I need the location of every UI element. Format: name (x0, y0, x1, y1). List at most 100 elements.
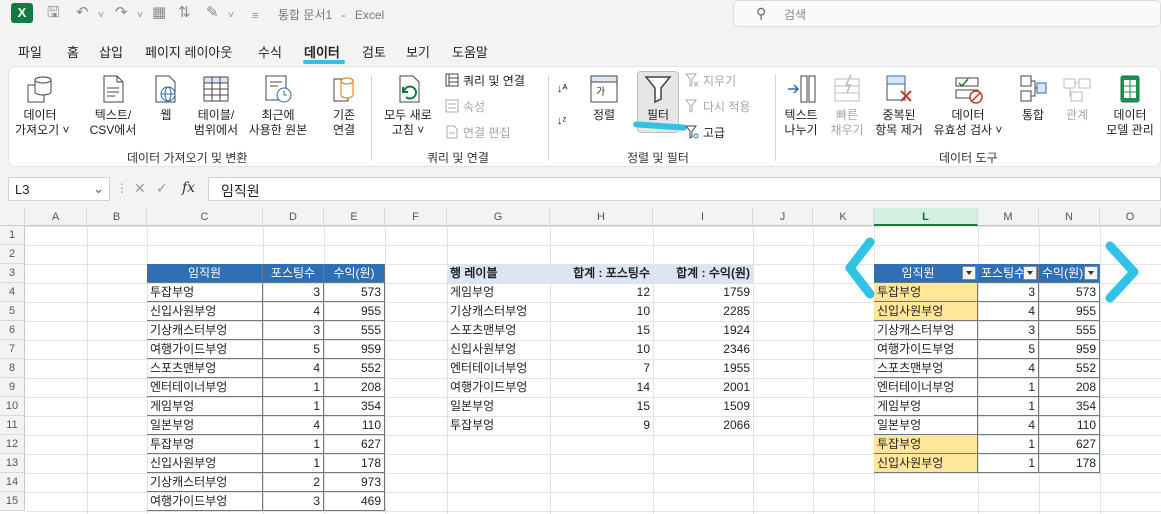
name-box[interactable]: L3 ⌄ (8, 177, 110, 201)
tab-data[interactable]: 데이터 (304, 42, 340, 61)
clear-filter-button[interactable]: 지우기 (685, 73, 736, 89)
table2-cell[interactable]: 959 (1039, 340, 1100, 359)
tab-view[interactable]: 보기 (406, 42, 430, 61)
row-header-11[interactable]: 11 (0, 416, 25, 435)
table1-cell[interactable]: 354 (324, 397, 385, 416)
table1-cell[interactable]: 1 (263, 378, 324, 397)
table1-cell[interactable]: 3 (263, 321, 324, 340)
column-header-o[interactable]: O (1100, 208, 1161, 226)
row-header-7[interactable]: 7 (0, 340, 25, 359)
table1-cell[interactable]: 스포츠맨부엉 (147, 359, 263, 378)
pivot-cell[interactable]: 일본부엉 (447, 397, 550, 416)
table1-cell[interactable]: 여행가이드부엉 (147, 340, 263, 359)
formula-input[interactable]: 임직원 (208, 177, 1161, 201)
pivot-cell[interactable]: 1509 (653, 397, 753, 416)
column-header-k[interactable]: K (813, 208, 874, 226)
tab-review[interactable]: 검토 (362, 42, 386, 61)
table1-cell[interactable]: 469 (324, 492, 385, 511)
table1-cell[interactable]: 959 (324, 340, 385, 359)
table2-cell[interactable]: 573 (1039, 283, 1100, 302)
pivot-cell[interactable]: 스포츠맨부엉 (447, 321, 550, 340)
row-header-5[interactable]: 5 (0, 302, 25, 321)
sort-button[interactable]: 가 정렬 (587, 73, 621, 123)
row-header-1[interactable]: 1 (0, 226, 25, 245)
pivot-cell[interactable]: 7 (550, 359, 653, 378)
quick-print-icon[interactable]: ▦ (152, 4, 166, 22)
reapply-button[interactable]: 다시 적용 (685, 99, 751, 115)
table2-cell[interactable]: 3 (978, 283, 1039, 302)
row-header-15[interactable]: 15 (0, 492, 25, 511)
table1-cell[interactable]: 3 (263, 492, 324, 511)
filter-dropdown-icon[interactable] (1023, 266, 1037, 280)
table2-cell[interactable]: 1 (978, 378, 1039, 397)
table2-cell[interactable]: 스포츠맨부엉 (874, 359, 978, 378)
table1-cell[interactable]: 1 (263, 454, 324, 473)
tab-insert[interactable]: 삽입 (99, 42, 123, 61)
table1-cell[interactable]: 178 (324, 454, 385, 473)
pivot-cell[interactable]: 10 (550, 340, 653, 359)
row-header-3[interactable]: 3 (0, 264, 25, 283)
form-icon[interactable]: ✎ (206, 4, 219, 22)
table2-cell[interactable]: 1 (978, 435, 1039, 454)
tab-home[interactable]: 홈 (67, 42, 79, 61)
undo-dropdown-icon[interactable]: ˅ (98, 7, 104, 25)
table1-header-cell[interactable]: 포스팅수 (263, 264, 324, 283)
chevron-down-icon[interactable]: ⌄ (93, 181, 104, 197)
table2-cell[interactable]: 투잡부엉 (874, 435, 978, 454)
recent-sources-button[interactable]: 최근에 사용한 원본 (245, 73, 311, 138)
table1-cell[interactable]: 신입사원부엉 (147, 454, 263, 473)
tab-page-layout[interactable]: 페이지 레이아웃 (145, 42, 232, 61)
pivot-cell[interactable]: 신입사원부엉 (447, 340, 550, 359)
from-web-button[interactable]: 웹 (149, 73, 183, 123)
redo-dropdown-icon[interactable]: ˅ (137, 7, 143, 25)
column-header-i[interactable]: I (653, 208, 753, 226)
table1-cell[interactable]: 555 (324, 321, 385, 340)
table2-cell[interactable]: 627 (1039, 435, 1100, 454)
pivot-cell[interactable]: 여행가이드부엉 (447, 378, 550, 397)
table2-cell[interactable]: 178 (1039, 454, 1100, 473)
pivot-cell[interactable]: 2346 (653, 340, 753, 359)
data-model-button[interactable]: 데이터 모델 관리 (1101, 73, 1159, 138)
refresh-all-button[interactable]: 모두 새로 고침 ˅ (379, 73, 437, 138)
column-header-b[interactable]: B (87, 208, 147, 226)
column-header-f[interactable]: F (385, 208, 447, 226)
row-header-4[interactable]: 4 (0, 283, 25, 302)
pivot-cell[interactable]: 2001 (653, 378, 753, 397)
table1-cell[interactable]: 투잡부엉 (147, 435, 263, 454)
pivot-cell[interactable]: 게임부엉 (447, 283, 550, 302)
form-dropdown-icon[interactable]: ˅ (228, 7, 234, 25)
text-to-columns-button[interactable]: 텍스트 나누기 (781, 73, 821, 138)
table1-cell[interactable]: 110 (324, 416, 385, 435)
table1-cell[interactable]: 5 (263, 340, 324, 359)
select-all-corner[interactable] (0, 208, 25, 226)
column-header-h[interactable]: H (550, 208, 653, 226)
table2-cell[interactable]: 기상캐스터부엉 (874, 321, 978, 340)
table2-cell[interactable]: 1 (978, 397, 1039, 416)
search-box[interactable]: ⚲ 검색 (733, 0, 1161, 27)
column-header-j[interactable]: J (753, 208, 813, 226)
pivot-cell[interactable]: 엔터테이너부엉 (447, 359, 550, 378)
pivot-cell[interactable]: 2066 (653, 416, 753, 435)
column-header-a[interactable]: A (25, 208, 87, 226)
table2-cell[interactable]: 955 (1039, 302, 1100, 321)
tab-formulas[interactable]: 수식 (258, 42, 282, 61)
tab-file[interactable]: 파일 (18, 42, 42, 61)
table1-cell[interactable]: 게임부엉 (147, 397, 263, 416)
table1-cell[interactable]: 4 (263, 416, 324, 435)
column-header-g[interactable]: G (447, 208, 550, 226)
table1-header-cell[interactable]: 수익(원) (324, 264, 385, 283)
table1-cell[interactable]: 208 (324, 378, 385, 397)
column-header-l[interactable]: L (874, 208, 978, 226)
pivot-cell[interactable]: 1924 (653, 321, 753, 340)
save-icon[interactable]: 🖫 (47, 4, 60, 22)
table1-cell[interactable]: 일본부엉 (147, 416, 263, 435)
table2-cell[interactable]: 1 (978, 454, 1039, 473)
table1-cell[interactable]: 2 (263, 473, 324, 492)
table2-cell[interactable]: 208 (1039, 378, 1100, 397)
table2-cell[interactable]: 4 (978, 416, 1039, 435)
pivot-cell[interactable]: 9 (550, 416, 653, 435)
table2-cell[interactable]: 엔터테이너부엉 (874, 378, 978, 397)
table1-cell[interactable]: 973 (324, 473, 385, 492)
table2-cell[interactable]: 110 (1039, 416, 1100, 435)
column-header-d[interactable]: D (263, 208, 324, 226)
